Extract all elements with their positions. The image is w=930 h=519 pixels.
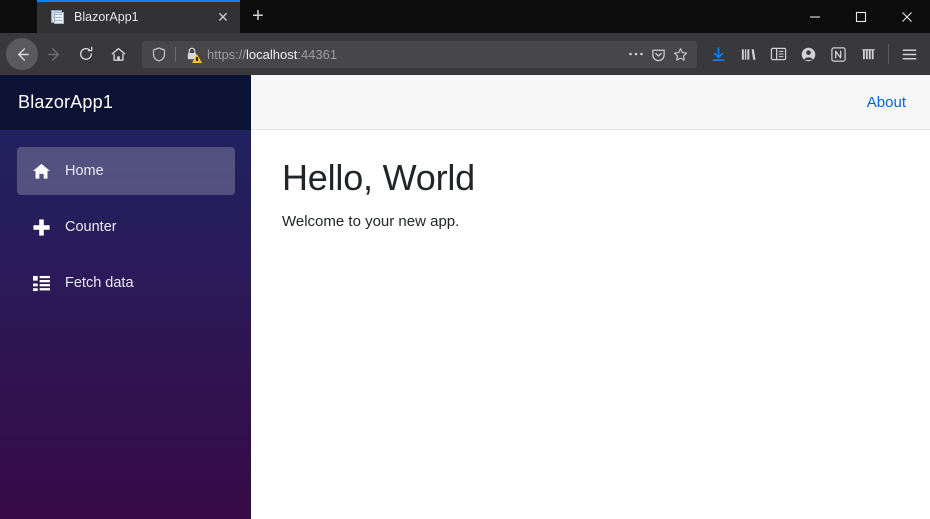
browser-tab-blazorapp1[interactable]: BlazorApp1 ✕: [37, 0, 240, 33]
navigation-toolbar: https://localhost:44361: [0, 33, 930, 75]
content-topbar: About: [251, 75, 930, 130]
app-sidebar: BlazorApp1 Home Counter Fetch data: [0, 75, 251, 519]
toolbar-divider: [888, 44, 889, 64]
password-manager-extension-icon[interactable]: [853, 39, 883, 69]
account-icon[interactable]: [793, 39, 823, 69]
app-menu-icon[interactable]: [894, 39, 924, 69]
new-tab-button[interactable]: +: [240, 0, 276, 33]
tracking-protection-shield-icon[interactable]: [150, 46, 168, 62]
page-lead-text: Welcome to your new app.: [282, 213, 460, 231]
content-body: Hello, World Welcome to your new app.: [251, 130, 930, 230]
reload-icon[interactable]: [70, 38, 102, 70]
sidebar-toggle-icon[interactable]: [763, 39, 793, 69]
urlbar-divider: [175, 46, 176, 62]
close-icon[interactable]: ✕: [212, 6, 234, 28]
sidebar-item-counter[interactable]: Counter: [17, 203, 235, 251]
about-link[interactable]: About: [867, 94, 906, 111]
url-text[interactable]: https://localhost:44361: [207, 47, 625, 62]
star-icon[interactable]: [669, 47, 691, 62]
close-icon[interactable]: [884, 0, 930, 33]
app-brand[interactable]: BlazorApp1: [0, 75, 251, 130]
pocket-icon[interactable]: [647, 47, 669, 62]
app-brand-label: BlazorApp1: [18, 92, 114, 112]
home-icon[interactable]: [102, 38, 134, 70]
page-icon: [49, 9, 65, 25]
sidebar-item-label: Counter: [65, 219, 117, 235]
sidebar-item-label: Fetch data: [65, 275, 134, 291]
back-arrow-icon[interactable]: [6, 38, 38, 70]
forward-arrow-icon[interactable]: [38, 38, 70, 70]
url-scheme: https://: [207, 46, 247, 62]
library-icon[interactable]: [733, 39, 763, 69]
notion-extension-icon[interactable]: [823, 39, 853, 69]
url-host: localhost: [246, 46, 298, 62]
app-content: About Hello, World Welcome to your new a…: [251, 75, 930, 519]
sidebar-nav: Home Counter Fetch data: [0, 130, 251, 315]
sidebar-item-home[interactable]: Home: [17, 147, 235, 195]
url-port: :44361: [297, 46, 338, 62]
maximize-icon[interactable]: [838, 0, 884, 33]
plus-icon: [31, 217, 51, 237]
page-title: Hello, World: [282, 157, 475, 198]
browser-window: BlazorApp1 ✕ + https://localhost:44361 B…: [0, 0, 930, 519]
ellipsis-icon[interactable]: [625, 51, 647, 57]
tab-strip: BlazorApp1 ✕ +: [0, 0, 930, 33]
downloads-icon[interactable]: [703, 39, 733, 69]
minimize-icon[interactable]: [792, 0, 838, 33]
sidebar-item-label: Home: [65, 163, 104, 179]
sidebar-item-fetch-data[interactable]: Fetch data: [17, 259, 235, 307]
insecure-lock-warning-icon[interactable]: [183, 46, 202, 63]
home-icon: [31, 161, 51, 181]
tab-title: BlazorApp1: [74, 9, 139, 24]
list-icon: [31, 273, 51, 293]
url-bar[interactable]: https://localhost:44361: [142, 40, 697, 68]
window-controls: [792, 0, 930, 33]
page-viewport: BlazorApp1 Home Counter Fetch data About…: [0, 75, 930, 519]
